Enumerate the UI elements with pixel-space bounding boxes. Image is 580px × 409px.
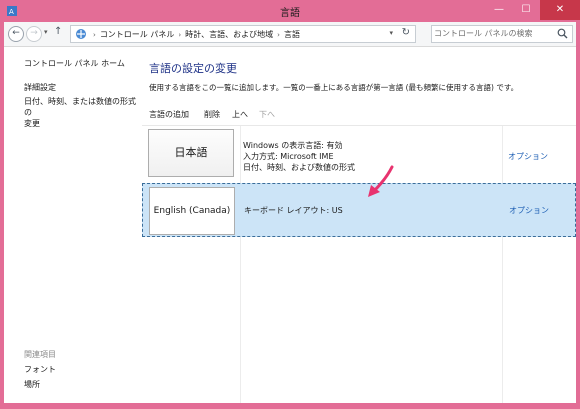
page-title: 言語の設定の変更 [149, 62, 237, 75]
control-panel-icon [76, 29, 86, 39]
page-description: 使用する言語をこの一覧に追加します。一覧の一番上にある言語が第一言語 (最も頻繁… [149, 83, 519, 92]
language-info: キーボード レイアウト: US [244, 205, 343, 216]
remove-button[interactable]: 削除 [204, 109, 220, 120]
sidebar-link-date-time-format-line1: 日付、時刻、または数値の形式の [24, 97, 136, 117]
breadcrumb-separator: › [93, 31, 96, 39]
annotation-arrow-icon [368, 165, 394, 197]
move-down-button[interactable]: 下へ [259, 109, 275, 120]
language-list: 日本語 Windows の表示言語: 有効 入力方式: Microsoft IM… [142, 125, 576, 403]
breadcrumb-separator: › [178, 31, 182, 39]
refresh-icon[interactable]: ↻ [402, 27, 410, 38]
sidebar-link-location[interactable]: 場所 [24, 379, 40, 390]
close-button[interactable]: ✕ [540, 0, 580, 20]
language-name-button[interactable]: 日本語 [148, 129, 234, 177]
search-icon[interactable] [557, 28, 568, 39]
forward-button[interactable]: → [26, 26, 42, 42]
sidebar-link-control-panel-home[interactable]: コントロール パネル ホーム [24, 58, 125, 69]
language-info-line: 日付、時刻、および数値の形式 [243, 163, 355, 172]
sidebar-link-date-time-format-line2: 変更 [24, 119, 40, 128]
breadcrumb-language[interactable]: 言語 [284, 30, 300, 39]
sidebar: コントロール パネル ホーム 詳細設定 日付、時刻、または数値の形式の 変更 関… [4, 47, 138, 403]
search-input[interactable] [434, 27, 552, 39]
language-info-line: キーボード レイアウト: US [244, 206, 343, 215]
move-up-button[interactable]: 上へ [232, 109, 248, 120]
window: A 言語 — ☐ ✕ ← → ▾ ↑ › コントロール パネル › 時計、言語、および… [0, 0, 580, 409]
language-name-button[interactable]: English (Canada) [149, 187, 235, 235]
language-row-japanese[interactable]: 日本語 Windows の表示言語: 有効 入力方式: Microsoft IM… [142, 125, 576, 181]
content-area: コントロール パネル ホーム 詳細設定 日付、時刻、または数値の形式の 変更 関… [4, 47, 576, 403]
language-toolbar: 言語の追加 削除 上へ 下へ [142, 105, 576, 125]
breadcrumb-control-panel[interactable]: コントロール パネル [100, 30, 175, 39]
title-bar: A 言語 — ☐ ✕ [0, 0, 580, 22]
sidebar-link-date-time-format[interactable]: 日付、時刻、または数値の形式の 変更 [24, 96, 138, 129]
main-panel: 言語の設定の変更 使用する言語をこの一覧に追加します。一覧の一番上にある言語が第… [142, 47, 576, 403]
breadcrumb-separator: › [277, 31, 280, 39]
sidebar-link-advanced-settings[interactable]: 詳細設定 [24, 82, 56, 93]
language-row-english-canada[interactable]: English (Canada) キーボード レイアウト: US オプション [142, 183, 576, 237]
address-bar[interactable]: › コントロール パネル › 時計、言語、および地域 › 言語 ▾ ↻ [70, 25, 416, 43]
options-link[interactable]: オプション [509, 205, 549, 216]
minimize-button[interactable]: — [486, 0, 512, 20]
recent-locations-dropdown-icon[interactable]: ▾ [44, 28, 48, 36]
options-link[interactable]: オプション [508, 151, 548, 162]
add-language-button[interactable]: 言語の追加 [149, 109, 189, 120]
language-info-line: Windows の表示言語: 有効 [243, 141, 343, 150]
navigation-bar: ← → ▾ ↑ › コントロール パネル › 時計、言語、および地域 › 言語 ▾ ↻ [4, 22, 576, 47]
back-button[interactable]: ← [8, 26, 24, 42]
address-dropdown-icon[interactable]: ▾ [389, 29, 393, 37]
language-info-line: 入力方式: Microsoft IME [243, 152, 334, 161]
sidebar-link-fonts[interactable]: フォント [24, 364, 56, 375]
language-info: Windows の表示言語: 有効 入力方式: Microsoft IME 日付… [243, 140, 355, 173]
breadcrumb: › コントロール パネル › 時計、言語、および地域 › 言語 [89, 29, 300, 40]
related-items-heading: 関連項目 [24, 350, 56, 359]
up-button[interactable]: ↑ [54, 26, 62, 37]
maximize-button[interactable]: ☐ [513, 0, 539, 20]
search-box[interactable] [431, 25, 573, 43]
breadcrumb-clock-language-region[interactable]: 時計、言語、および地域 [185, 30, 273, 39]
